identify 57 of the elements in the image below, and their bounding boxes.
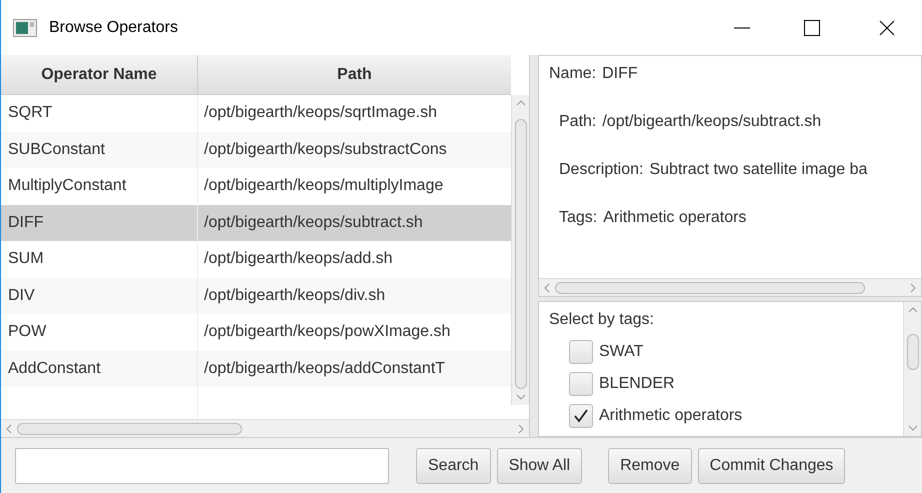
table-cell-text: /opt/bigearth/keops/sqrtImage.sh bbox=[203, 103, 438, 124]
scroll-down-icon[interactable] bbox=[516, 393, 526, 401]
detail-label: Description: bbox=[559, 160, 644, 180]
table-cell-text: /opt/bigearth/keops/subtract.sh bbox=[203, 212, 424, 233]
horizontal-scrollbar[interactable] bbox=[539, 278, 921, 296]
scroll-right-icon[interactable] bbox=[909, 282, 917, 292]
scroll-left-icon[interactable] bbox=[5, 424, 13, 434]
detail-value: DIFF bbox=[602, 64, 638, 84]
column-header[interactable]: Path bbox=[198, 55, 511, 94]
action-button[interactable]: Commit Changes bbox=[698, 448, 846, 484]
detail-label: Name: bbox=[549, 64, 596, 84]
app-icon bbox=[13, 18, 37, 36]
table-cell-text: /opt/bigearth/keops/powXImage.sh bbox=[203, 322, 452, 342]
scrollbar-thumb[interactable] bbox=[514, 119, 526, 389]
minimize-icon bbox=[734, 26, 750, 28]
table-cell-text: /opt/bigearth/keops/substractCons bbox=[203, 140, 448, 160]
checkbox-label[interactable]: SWAT bbox=[599, 340, 644, 364]
checkbox-label[interactable]: BLENDER bbox=[599, 372, 675, 396]
detail-value: Subtract two satellite image ba bbox=[649, 160, 868, 180]
scroll-down-icon[interactable] bbox=[908, 424, 918, 432]
tag-filter-label: Select by tags: bbox=[549, 310, 655, 330]
table-row[interactable]: AddConstant /opt/bigearth/keops/addConstantT bbox=[1, 350, 511, 387]
table-cell: AddConstant bbox=[1, 350, 198, 387]
detail-label: Tags: bbox=[559, 208, 598, 228]
checkbox[interactable] bbox=[569, 372, 593, 396]
vertical-scrollbar[interactable] bbox=[511, 95, 529, 405]
scrollbar-thumb[interactable] bbox=[906, 334, 918, 370]
close-icon bbox=[879, 20, 895, 36]
scroll-up-icon[interactable] bbox=[516, 99, 526, 107]
detail-label: Path: bbox=[559, 112, 596, 132]
maximize-icon bbox=[804, 20, 820, 36]
scroll-left-icon[interactable] bbox=[543, 282, 551, 292]
checkmark-icon bbox=[573, 408, 589, 424]
search-field[interactable] bbox=[15, 448, 389, 484]
scrollbar-thumb[interactable] bbox=[555, 282, 865, 294]
action-button[interactable]: Show All bbox=[496, 448, 582, 484]
table-row[interactable]: DIFF /opt/bigearth/keops/subtract.sh bbox=[1, 204, 511, 241]
table-cell-text: /opt/bigearth/keops/add.sh bbox=[203, 249, 394, 270]
scroll-up-icon[interactable] bbox=[908, 306, 918, 314]
horizontal-scrollbar[interactable] bbox=[1, 419, 529, 437]
table-cell-text: /opt/bigearth/keops/multiplyImage bbox=[203, 176, 444, 196]
action-button[interactable]: Search bbox=[416, 448, 491, 484]
checkbox[interactable] bbox=[569, 340, 593, 364]
detail-value: Arithmetic operators bbox=[603, 208, 746, 228]
table-cell-text: /opt/bigearth/keops/addConstantT bbox=[203, 358, 446, 379]
scrollbar-thumb[interactable] bbox=[17, 422, 242, 434]
checkbox-label[interactable]: Arithmetic operators bbox=[599, 404, 742, 428]
vertical-scrollbar[interactable] bbox=[903, 302, 921, 436]
window-title: Browse Operators bbox=[49, 18, 178, 38]
table-row[interactable]: DIV /opt/bigearth/keops/div.sh bbox=[1, 278, 511, 314]
table-cell-text: /opt/bigearth/keops/div.sh bbox=[203, 286, 386, 306]
action-button[interactable]: Remove bbox=[608, 448, 692, 484]
detail-value: /opt/bigearth/keops/subtract.sh bbox=[602, 112, 822, 132]
column-header[interactable]: Operator Name bbox=[1, 55, 198, 94]
checkbox[interactable] bbox=[569, 404, 593, 428]
scroll-right-icon[interactable] bbox=[517, 424, 525, 434]
table-row[interactable]: SUBConstant /opt/bigearth/keops/substractCons bbox=[1, 132, 511, 168]
